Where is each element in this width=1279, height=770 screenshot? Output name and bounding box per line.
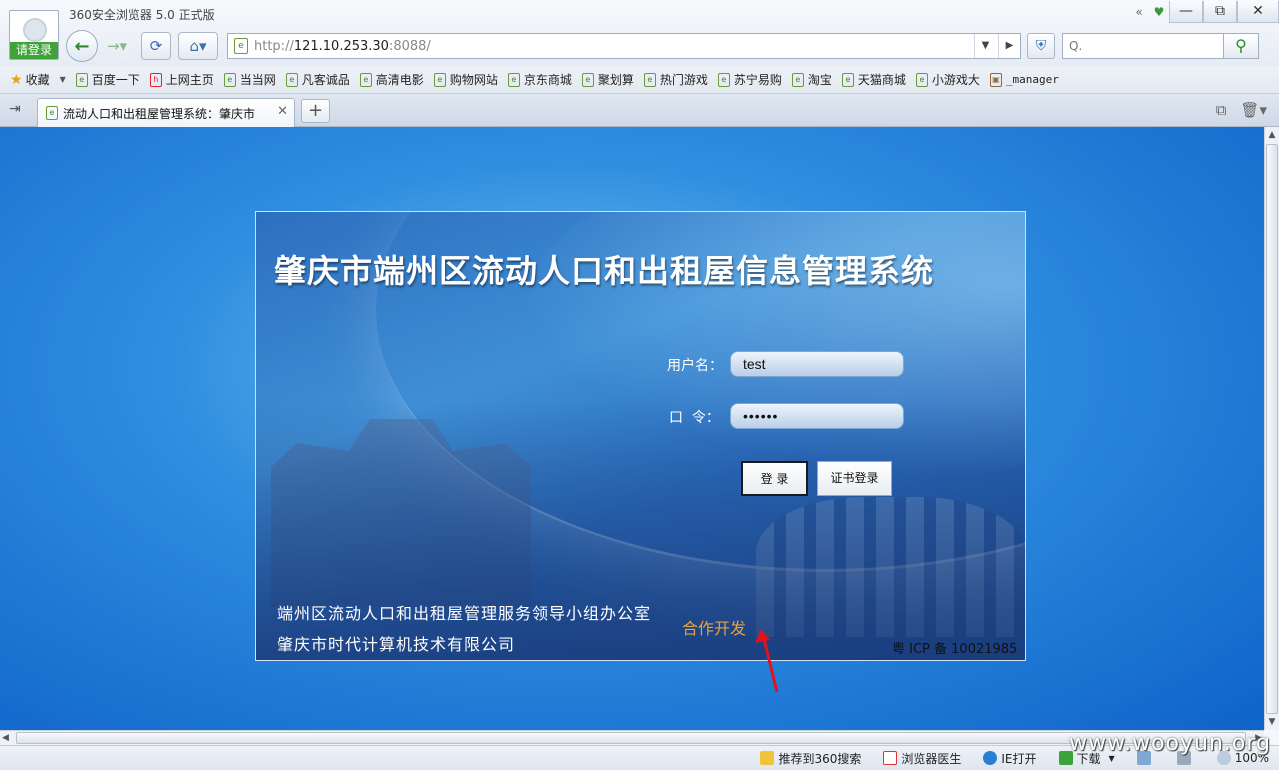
trash-icon[interactable]: 🗑▾ <box>1240 101 1267 119</box>
fav-item[interactable]: e 当当网 <box>223 71 276 88</box>
tab-active[interactable]: e 流动人口和出租屋管理系统：肇庆市 ✕ <box>37 98 295 127</box>
go-icon[interactable]: ▶ <box>998 34 1020 58</box>
refresh-button[interactable]: ⟳ <box>141 32 171 60</box>
sidebar-toggle-icon[interactable]: ⇥ <box>9 101 21 117</box>
page-icon: e <box>643 72 656 87</box>
app-title: 360安全浏览器 5.0 正式版 <box>69 8 215 22</box>
star-icon: ★ <box>10 71 23 88</box>
password-field[interactable]: •••••• <box>730 403 904 429</box>
page-icon: e <box>234 38 248 54</box>
fav-item[interactable]: e 凡客诚品 <box>285 71 350 88</box>
ie-open-button[interactable]: IE打开 <box>983 750 1037 767</box>
skin-icon[interactable]: ♥ <box>1149 0 1169 24</box>
image-icon: ▣ <box>989 72 1002 87</box>
page-icon: e <box>507 72 520 87</box>
user-avatar[interactable]: 请登录 <box>9 10 59 60</box>
avatar-icon <box>23 18 47 42</box>
address-bar[interactable]: e http://121.10.253.30:8088/ ▼ ▶ <box>227 33 1021 59</box>
fav-item[interactable]: e 百度一下 <box>75 71 140 88</box>
favorites-bar: ★ 收藏 ▼ e 百度一下 h 上网主页 e 当当网 e 凡客诚品 e 高清电影 e 购物网站 … <box>0 66 1279 94</box>
page-icon: e <box>359 72 372 87</box>
page-title: 肇庆市端州区流动人口和出租屋信息管理系统 <box>274 252 935 290</box>
home-icon: ⌂▾ <box>189 37 207 55</box>
address-url[interactable]: http://121.10.253.30:8088/ <box>254 39 431 54</box>
restore-tabs-icon[interactable]: ⧉ <box>1216 101 1227 119</box>
login-panel: 肇庆市端州区流动人口和出租屋信息管理系统 用户名： test 口 令： ••••… <box>255 211 1026 661</box>
footer-company: 肇庆市时代计算机技术有限公司 <box>277 635 516 654</box>
fav-item[interactable]: h 上网主页 <box>149 71 214 88</box>
fav-item[interactable]: e 苏宁易购 <box>717 71 782 88</box>
username-field[interactable]: test <box>730 351 904 377</box>
page-icon: e <box>841 72 854 87</box>
password-label: 口 令： <box>669 410 720 426</box>
tab-close-icon[interactable]: ✕ <box>277 104 288 119</box>
shield-icon: ⛨ <box>1035 38 1047 54</box>
browser-doctor-button[interactable]: 浏览器医生 <box>883 750 961 767</box>
thumb-icon <box>760 751 775 765</box>
forward-arrow-icon: →▾ <box>106 37 128 55</box>
page-icon: e <box>285 72 298 87</box>
vertical-scrollbar[interactable]: ▲ ▼ <box>1264 127 1279 730</box>
fav-item[interactable]: e 购物网站 <box>433 71 498 88</box>
search-button[interactable]: ⚲ <box>1223 33 1259 59</box>
scroll-up-icon[interactable]: ▲ <box>1265 127 1279 143</box>
new-tab-button[interactable]: + <box>301 99 330 123</box>
favorites-collect[interactable]: ★ 收藏 ▼ <box>10 71 66 88</box>
login-button[interactable]: 登 录 <box>741 461 808 496</box>
fav-item[interactable]: e 热门游戏 <box>643 71 708 88</box>
scroll-left-icon[interactable]: ◀ <box>2 731 9 745</box>
hscroll-thumb[interactable] <box>16 732 1246 744</box>
cooperation-label: 合作开发 <box>682 619 747 638</box>
hao-icon: h <box>149 72 162 87</box>
web-content: 肇庆市端州区流动人口和出租屋信息管理系统 用户名： test 口 令： ••••… <box>0 127 1264 730</box>
cert-login-button[interactable]: 证书登录 <box>817 461 892 496</box>
fav-item[interactable]: e 京东商城 <box>507 71 572 88</box>
login-label[interactable]: 请登录 <box>10 42 58 59</box>
fav-item[interactable]: ▣ _manager <box>989 72 1059 87</box>
page-icon: e <box>791 72 804 87</box>
restore-button[interactable]: ⧉ <box>1203 1 1237 23</box>
chevron-down-icon: ▼ <box>59 75 66 84</box>
close-button[interactable]: ✕ <box>1237 1 1279 23</box>
forward-button[interactable]: →▾ <box>100 32 134 60</box>
fav-item[interactable]: e 聚划算 <box>581 71 634 88</box>
fav-item[interactable]: e 淘宝 <box>791 71 832 88</box>
tab-tools: ⧉ 🗑▾ <box>1216 101 1267 119</box>
page-icon: e <box>915 72 928 87</box>
collapse-icon[interactable]: « <box>1129 0 1149 24</box>
security-shield-button[interactable]: ⛨ <box>1027 33 1055 59</box>
page-icon: e <box>717 72 730 87</box>
page-icon: e <box>75 72 88 87</box>
fav-item[interactable]: e 天猫商城 <box>841 71 906 88</box>
home-button[interactable]: ⌂▾ <box>178 32 218 60</box>
scroll-thumb[interactable] <box>1266 144 1278 714</box>
page-icon: e <box>223 72 236 87</box>
tab-title: 流动人口和出租屋管理系统：肇庆市 <box>63 106 256 121</box>
medkit-icon <box>883 751 898 765</box>
footer-office: 端州区流动人口和出租屋管理服务领导小组办公室 <box>277 604 652 623</box>
minimize-button[interactable]: — <box>1169 1 1203 23</box>
recommend-360-button[interactable]: 推荐到360搜索 <box>760 750 861 767</box>
back-arrow-icon: ← <box>74 35 90 57</box>
fav-item[interactable]: e 高清电影 <box>359 71 424 88</box>
address-dropdown-icon[interactable]: ▼ <box>974 34 996 58</box>
refresh-icon: ⟳ <box>149 37 163 55</box>
fav-item[interactable]: e 小游戏大 <box>915 71 980 88</box>
status-bar: 推荐到360搜索 浏览器医生 IE打开 下载 ▼ 100% www.wooyun.… <box>0 731 1279 770</box>
browser-titlebar: 请登录 360安全浏览器 5.0 正式版 « ♥ — ⧉ ✕ ← →▾ ⟳ ⌂▾… <box>0 0 1279 66</box>
annotation-arrow-icon <box>755 629 779 693</box>
page-icon: e <box>581 72 594 87</box>
ie-icon <box>983 751 998 765</box>
scroll-down-icon[interactable]: ▼ <box>1265 714 1279 730</box>
page-icon: e <box>433 72 446 87</box>
username-label: 用户名： <box>667 358 723 374</box>
back-button[interactable]: ← <box>66 30 98 62</box>
tab-bar: ⇥ e 流动人口和出租屋管理系统：肇庆市 ✕ + ⧉ 🗑▾ <box>0 94 1279 127</box>
search-input[interactable]: Q. <box>1062 33 1224 59</box>
window-controls: « ♥ — ⧉ ✕ <box>1129 0 1279 24</box>
icp-number: 粤 ICP 备 10021985 <box>892 642 1018 657</box>
page-icon: e <box>46 106 58 120</box>
watermark: www.wooyun.org <box>1069 731 1271 756</box>
search-icon: ⚲ <box>1235 36 1247 55</box>
